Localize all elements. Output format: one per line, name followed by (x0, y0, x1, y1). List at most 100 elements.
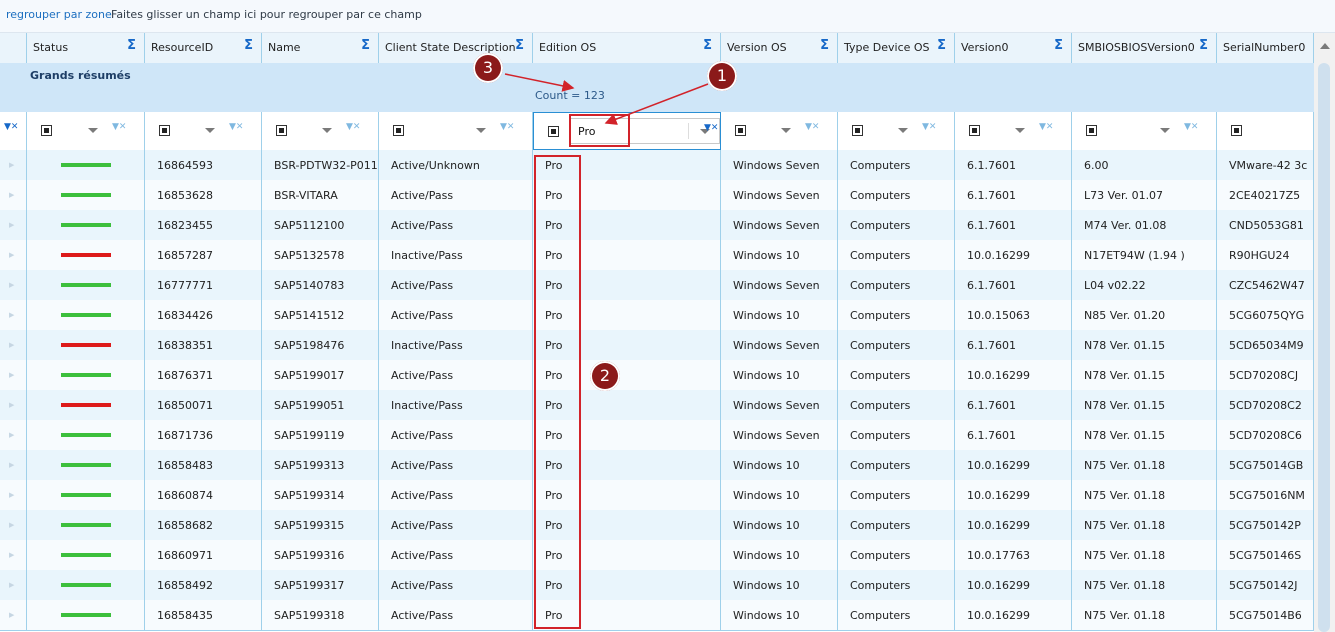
filter-operator-icon[interactable] (205, 128, 215, 133)
cell-selector[interactable]: ▶ (0, 270, 27, 300)
row-indicator-icon[interactable]: ▶ (9, 341, 14, 349)
table-row[interactable]: ▶ 16858483 SAP5199313 Active/Pass Pro Windows… (0, 450, 1314, 481)
cell-selector[interactable]: ▶ (0, 390, 27, 420)
filter-operator-icon[interactable] (1160, 128, 1170, 133)
table-row[interactable]: ▶ 16834426 SAP5141512 Active/Pass Pro Windows… (0, 300, 1314, 331)
cell-selector[interactable]: ▶ (0, 450, 27, 480)
cell-selector[interactable]: ▶ (0, 600, 27, 630)
row-indicator-icon[interactable]: ▶ (9, 461, 14, 469)
filter-checkbox[interactable] (1086, 125, 1097, 136)
table-row[interactable]: ▶ 16864593 BSR-PDTW32-P011 Active/Unknown Pr… (0, 150, 1314, 181)
table-row[interactable]: ▶ 16853628 BSR-VITARA Active/Pass Pro Windows… (0, 180, 1314, 211)
header-serial-number[interactable]: SerialNumber0 (1217, 33, 1314, 63)
clear-filter-icon[interactable]: ▼✕ (805, 122, 819, 132)
cell-selector[interactable]: ▶ (0, 420, 27, 450)
scroll-thumb[interactable] (1318, 63, 1330, 632)
filter-operator-icon[interactable] (88, 128, 98, 133)
cell-selector[interactable]: ▶ (0, 300, 27, 330)
cell-selector[interactable]: ▶ (0, 330, 27, 360)
row-indicator-icon[interactable]: ▶ (9, 581, 14, 589)
sum-icon[interactable]: Σ (127, 38, 136, 53)
filter-operator-icon[interactable] (476, 128, 486, 133)
row-indicator-icon[interactable]: ▶ (9, 431, 14, 439)
row-indicator-icon[interactable]: ▶ (9, 311, 14, 319)
filter-checkbox[interactable] (852, 125, 863, 136)
row-indicator-icon[interactable]: ▶ (9, 521, 14, 529)
header-type-device-os[interactable]: Type Device OS Σ (838, 33, 955, 63)
table-row[interactable]: ▶ 16838351 SAP5198476 Inactive/Pass Pro Windo… (0, 330, 1314, 361)
sum-icon[interactable]: Σ (361, 38, 370, 53)
row-indicator-icon[interactable]: ▶ (9, 371, 14, 379)
table-row[interactable]: ▶ 16850071 SAP5199051 Inactive/Pass Pro Windo… (0, 390, 1314, 421)
table-row[interactable]: ▶ 16871736 SAP5199119 Active/Pass Pro Windows… (0, 420, 1314, 451)
filter-checkbox[interactable] (969, 125, 980, 136)
header-name[interactable]: Name Σ (262, 33, 379, 63)
row-indicator-icon[interactable]: ▶ (9, 191, 14, 199)
clear-filter-icon[interactable]: ▼✕ (1184, 122, 1198, 132)
row-indicator-icon[interactable]: ▶ (9, 161, 14, 169)
clear-filter-icon[interactable]: ▼✕ (922, 122, 936, 132)
filter-operator-icon[interactable] (1015, 128, 1025, 133)
filter-checkbox[interactable] (393, 125, 404, 136)
sum-icon[interactable]: Σ (703, 38, 712, 53)
scroll-up-icon[interactable] (1320, 43, 1330, 49)
clear-filter-icon[interactable]: ▼✕ (500, 122, 514, 132)
cell-selector[interactable]: ▶ (0, 480, 27, 510)
table-row[interactable]: ▶ 16777771 SAP5140783 Active/Pass Pro Windows… (0, 270, 1314, 301)
table-row[interactable]: ▶ 16860874 SAP5199314 Active/Pass Pro Windows… (0, 480, 1314, 511)
table-row[interactable]: ▶ 16860971 SAP5199316 Active/Pass Pro Windows… (0, 540, 1314, 571)
cell-selector[interactable]: ▶ (0, 570, 27, 600)
filter-operator-icon[interactable] (781, 128, 791, 133)
table-row[interactable]: ▶ 16857287 SAP5132578 Inactive/Pass Pro Windo… (0, 240, 1314, 271)
group-by-zone-label[interactable]: regrouper par zone (6, 8, 112, 21)
cell-selector[interactable]: ▶ (0, 510, 27, 540)
filter-checkbox[interactable] (41, 125, 52, 136)
header-edition-os[interactable]: Edition OS Σ (533, 33, 721, 63)
sum-icon[interactable]: Σ (1199, 38, 1208, 53)
cell-selector[interactable]: ▶ (0, 180, 27, 210)
cell-selector[interactable]: ▶ (0, 240, 27, 270)
filter-operator-icon[interactable] (898, 128, 908, 133)
sum-icon[interactable]: Σ (937, 38, 946, 53)
clear-all-filters-icon[interactable]: ▼✕ (4, 122, 18, 132)
sum-icon[interactable]: Σ (820, 38, 829, 53)
clear-filter-icon[interactable]: ▼✕ (229, 122, 243, 132)
filter-checkbox[interactable] (276, 125, 287, 136)
header-status[interactable]: Status Σ (27, 33, 145, 63)
clear-filter-icon[interactable]: ▼✕ (346, 122, 360, 132)
clear-filter-icon[interactable]: ▼✕ (1039, 122, 1053, 132)
header-smbios-bios-version[interactable]: SMBIOSBIOSVersion0 Σ (1072, 33, 1217, 63)
sum-icon[interactable]: Σ (1054, 38, 1063, 53)
filter-checkbox[interactable] (159, 125, 170, 136)
table-row[interactable]: ▶ 16823455 SAP5112100 Active/Pass Pro Windows… (0, 210, 1314, 241)
table-row[interactable]: ▶ 16858492 SAP5199317 Active/Pass Pro Windows… (0, 570, 1314, 601)
row-indicator-icon[interactable]: ▶ (9, 551, 14, 559)
filter-checkbox[interactable] (548, 126, 559, 137)
header-client-state[interactable]: Client State Description Σ (379, 33, 533, 63)
row-indicator-icon[interactable]: ▶ (9, 611, 14, 619)
cell-selector[interactable]: ▶ (0, 150, 27, 180)
filter-checkbox[interactable] (735, 125, 746, 136)
row-indicator-icon[interactable]: ▶ (9, 251, 14, 259)
filter-operator-icon[interactable] (322, 128, 332, 133)
header-version-os[interactable]: Version OS Σ (721, 33, 838, 63)
clear-filter-icon[interactable]: ▼✕ (704, 123, 718, 133)
header-resource-id[interactable]: ResourceID Σ (145, 33, 262, 63)
table-row[interactable]: ▶ 16876371 SAP5199017 Active/Pass Pro Windows… (0, 360, 1314, 391)
row-indicator-icon[interactable]: ▶ (9, 221, 14, 229)
table-row[interactable]: ▶ 16858435 SAP5199318 Active/Pass Pro Windows… (0, 600, 1314, 631)
row-indicator-icon[interactable]: ▶ (9, 491, 14, 499)
cell-selector[interactable]: ▶ (0, 360, 27, 390)
sum-icon[interactable]: Σ (515, 38, 524, 53)
filter-checkbox[interactable] (1231, 125, 1242, 136)
header-version0[interactable]: Version0 Σ (955, 33, 1072, 63)
table-row[interactable]: ▶ 16858682 SAP5199315 Active/Pass Pro Windows… (0, 510, 1314, 541)
sum-icon[interactable]: Σ (244, 38, 253, 53)
clear-filter-icon[interactable]: ▼✕ (112, 122, 126, 132)
vertical-scrollbar[interactable] (1314, 33, 1335, 632)
cell-selector[interactable]: ▶ (0, 210, 27, 240)
row-indicator-icon[interactable]: ▶ (9, 401, 14, 409)
cell-selector[interactable]: ▶ (0, 540, 27, 570)
group-by-bar[interactable]: regrouper par zone Faites glisser un cha… (0, 0, 1335, 33)
row-indicator-icon[interactable]: ▶ (9, 281, 14, 289)
